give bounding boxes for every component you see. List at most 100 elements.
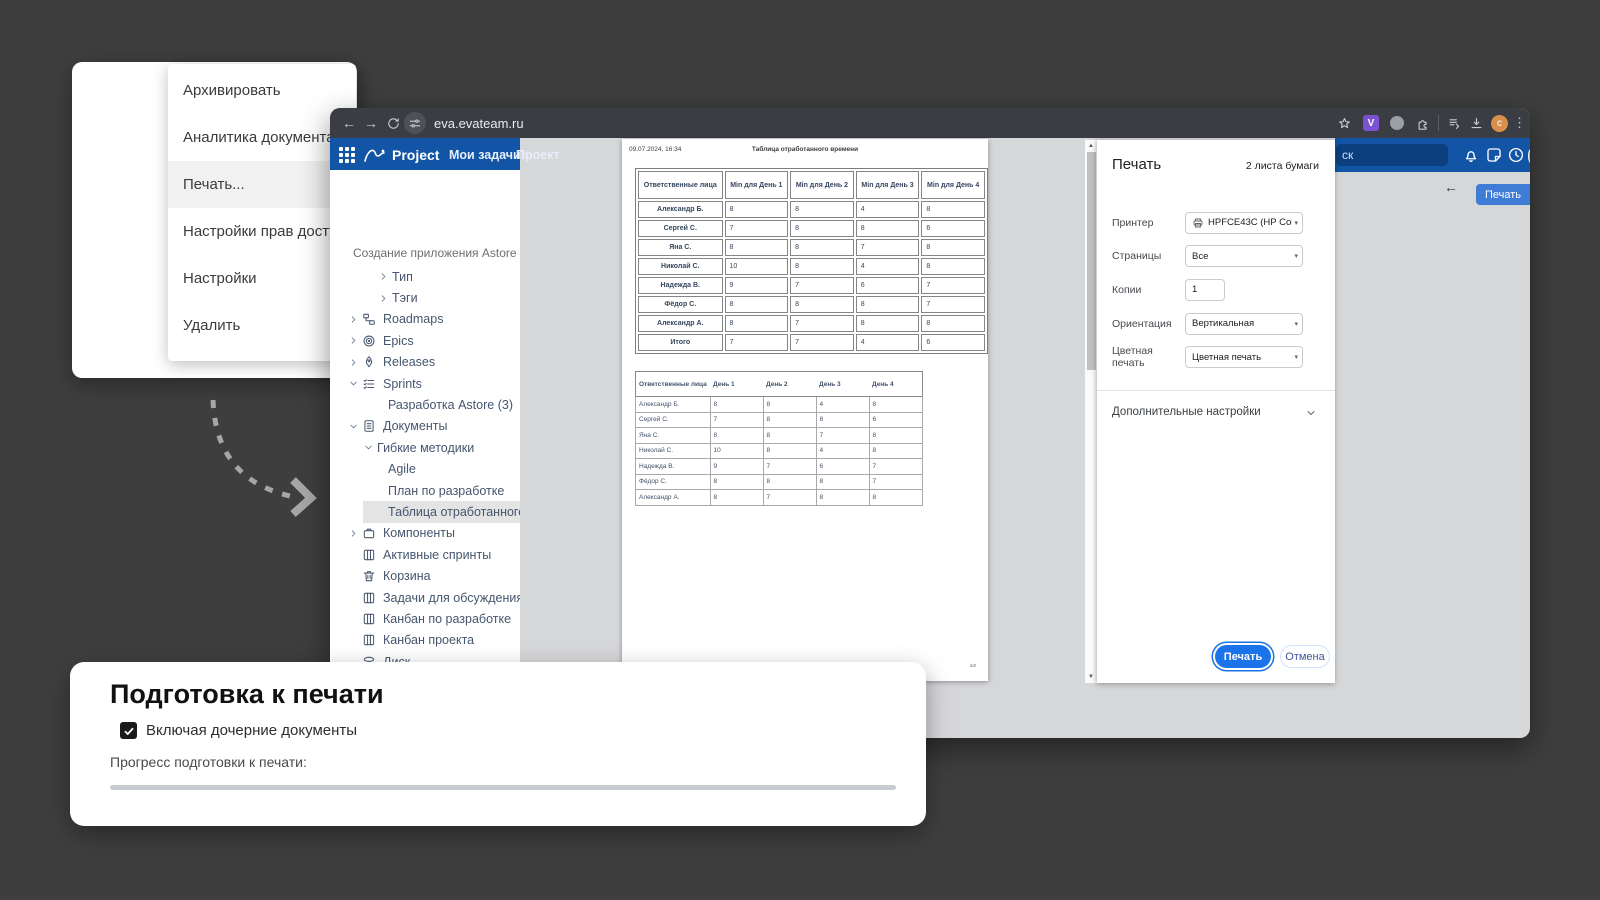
progress-bar [110,785,896,790]
progress-label: Прогресс подготовки к печати: [110,754,307,770]
table-cell: Фёдор С. [638,296,723,313]
download-icon[interactable] [1465,112,1487,134]
page-print-button[interactable]: Печать [1476,184,1530,205]
table-cell: 4 [856,258,920,275]
nav-project[interactable]: Проект [516,148,560,162]
profile-dot-icon[interactable] [1390,116,1404,130]
toolbar-divider [1438,115,1439,131]
print-button[interactable]: Печать [1215,645,1271,668]
address-bar-url[interactable]: eva.evateam.ru [434,116,524,131]
table-row: Надежда В.9767 [636,459,923,475]
cancel-button[interactable]: Отмена [1280,645,1330,668]
nav-my-tasks[interactable]: Мои задачи [449,148,521,162]
chevron-right-icon[interactable] [348,357,359,368]
menu-item[interactable]: Аналитика документа [168,114,356,161]
sidebar-item[interactable]: Активные спринты [330,544,520,565]
table-cell: 7 [790,315,854,332]
sidebar-item[interactable]: Компоненты [330,523,520,544]
include-children-checkbox[interactable] [120,722,137,739]
table-cell: 8 [763,397,816,413]
dialog-field-label: Принтер [1097,217,1185,229]
sidebar-item[interactable]: Корзина [330,565,520,586]
preparation-title: Подготовка к печати [110,679,384,710]
scroll-up-icon[interactable]: ▲ [1085,143,1097,149]
menu-item[interactable]: Архивировать [168,67,356,114]
table-cell: 8 [869,443,923,459]
print-dialog-title: Печать [1112,156,1161,173]
reading-list-icon[interactable] [1443,112,1465,134]
reload-icon[interactable] [382,112,404,134]
forward-icon[interactable]: → [360,112,382,134]
project-title[interactable]: Создание приложения Astore [353,246,517,260]
scrollbar-thumb[interactable] [1087,152,1096,370]
back-icon[interactable]: ← [338,112,360,134]
more-settings-label[interactable]: Дополнительные настройки [1112,406,1261,418]
menu-item[interactable]: Печать... [168,161,356,208]
extension-v-badge[interactable]: V [1363,115,1379,131]
scroll-down-icon[interactable]: ▼ [1085,674,1097,680]
menu-item[interactable]: Настройки прав доступа [168,208,356,255]
dialog-field-label: Цветная печать [1097,345,1185,369]
menu-kebab-icon[interactable]: ⋮ [1513,115,1526,131]
site-info-icon[interactable] [404,112,426,134]
table-cell: Яна С. [636,428,711,444]
table-cell: 8 [790,239,854,256]
sidebar-item[interactable]: Epics [330,330,520,351]
sidebar-item[interactable]: Тип [330,266,520,287]
sidebar-item-label: Тип [392,270,413,284]
user-avatar[interactable] [1528,145,1530,167]
table-cell: 7 [710,412,763,428]
sidebar-item[interactable]: Roadmaps [330,309,520,330]
preview-scrollbar[interactable]: ▲ ▼ [1085,140,1097,683]
table-cell: Надежда В. [636,459,711,475]
sidebar-item[interactable]: Разработка Astore (3) [330,394,520,415]
ориентация-select[interactable]: Вертикальная▾ [1185,313,1303,335]
chevron-down-icon[interactable] [348,421,359,432]
chevron-down-icon[interactable] [1305,406,1317,418]
sidebar-item[interactable]: Тэги [330,287,520,308]
table-cell: 4 [816,443,869,459]
product-name[interactable]: Project [392,147,439,163]
hint-arrow [190,388,330,523]
checkbox-label[interactable]: Включая дочерние документы [146,722,357,739]
bookmark-star-icon[interactable] [1333,112,1355,134]
chevron-right-icon[interactable] [348,314,359,325]
sidebar-item[interactable]: Таблица отработанного времени [363,501,520,522]
table-cell: Яна С. [638,239,723,256]
worked-time-table-1: Ответственные лицаMin для День 1Min для … [635,168,988,354]
table-cell: 8 [921,258,985,275]
search-input[interactable]: ск [1336,144,1448,166]
sidebar-item[interactable]: Agile [330,459,520,480]
extensions-puzzle-icon[interactable] [1412,112,1434,134]
copies-input[interactable]: 1 [1185,279,1225,301]
chevron-right-icon[interactable] [378,293,389,304]
chevron-down-icon[interactable] [363,442,374,453]
sidebar-item[interactable]: Гибкие методики [330,437,520,458]
table-cell: Николай С. [638,258,723,275]
preview-back-arrow[interactable]: ← [1444,179,1458,195]
preview-doc-title: Таблица отработанного времени [622,146,988,153]
sidebar-item[interactable]: План по разработке [330,480,520,501]
apps-grid-icon[interactable] [339,147,355,163]
sidebar-item[interactable]: Releases [330,352,520,373]
chevron-down-icon[interactable] [348,378,359,389]
account-avatar-c[interactable]: c [1491,115,1508,132]
sidebar-item[interactable]: Канбан проекта [330,630,520,651]
trash-icon [362,569,376,583]
chevron-right-icon[interactable] [348,528,359,539]
chevron-right-icon[interactable] [378,271,389,282]
sidebar-item[interactable]: Sprints [330,373,520,394]
dialog-divider [1097,390,1335,391]
цветная-печать-select[interactable]: Цветная печать▾ [1185,346,1303,368]
menu-item[interactable]: Настройки [168,255,356,302]
sidebar-item[interactable]: Канбан по разработке [330,608,520,629]
chevron-right-icon[interactable] [348,335,359,346]
notes-icon[interactable] [1485,146,1503,164]
sidebar-item[interactable]: Документы [330,416,520,437]
bell-icon[interactable] [1462,146,1480,164]
принтер-select[interactable]: HPFCE43C (HP Color Laser▾ [1185,212,1303,234]
sidebar-item[interactable]: Задачи для обсуждения [330,587,520,608]
страницы-select[interactable]: Все▾ [1185,245,1303,267]
history-icon[interactable] [1507,146,1525,164]
menu-item[interactable]: Удалить [168,302,356,349]
